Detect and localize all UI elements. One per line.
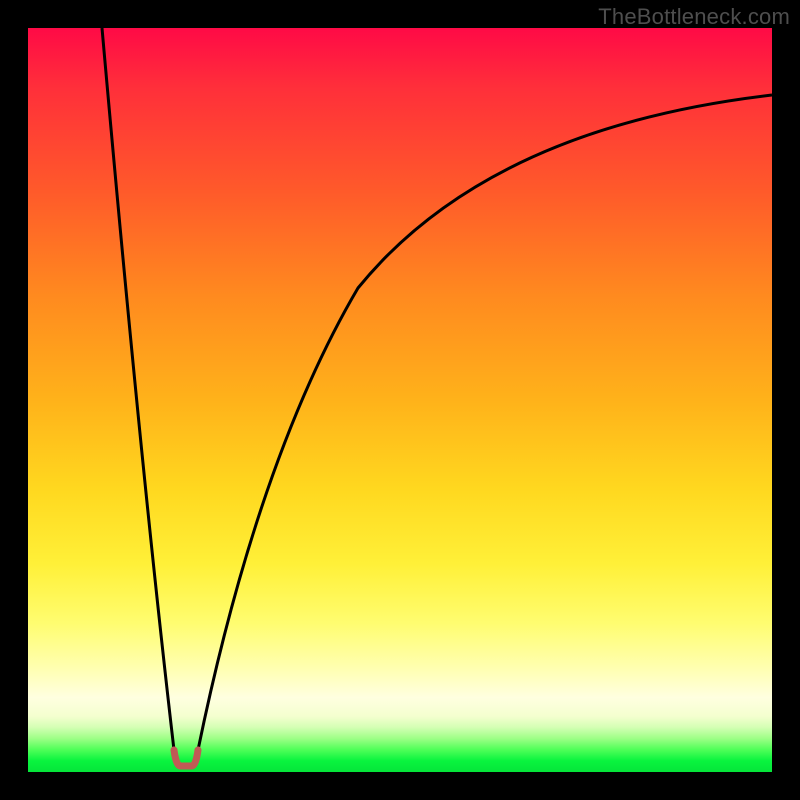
- plot-area: [28, 28, 772, 772]
- valley-bump-path: [174, 750, 198, 766]
- right-branch-path: [198, 95, 772, 750]
- chart-stage: TheBottleneck.com: [0, 0, 800, 800]
- attribution-label: TheBottleneck.com: [598, 4, 790, 30]
- left-branch-path: [102, 28, 174, 750]
- bottleneck-curve: [28, 28, 772, 772]
